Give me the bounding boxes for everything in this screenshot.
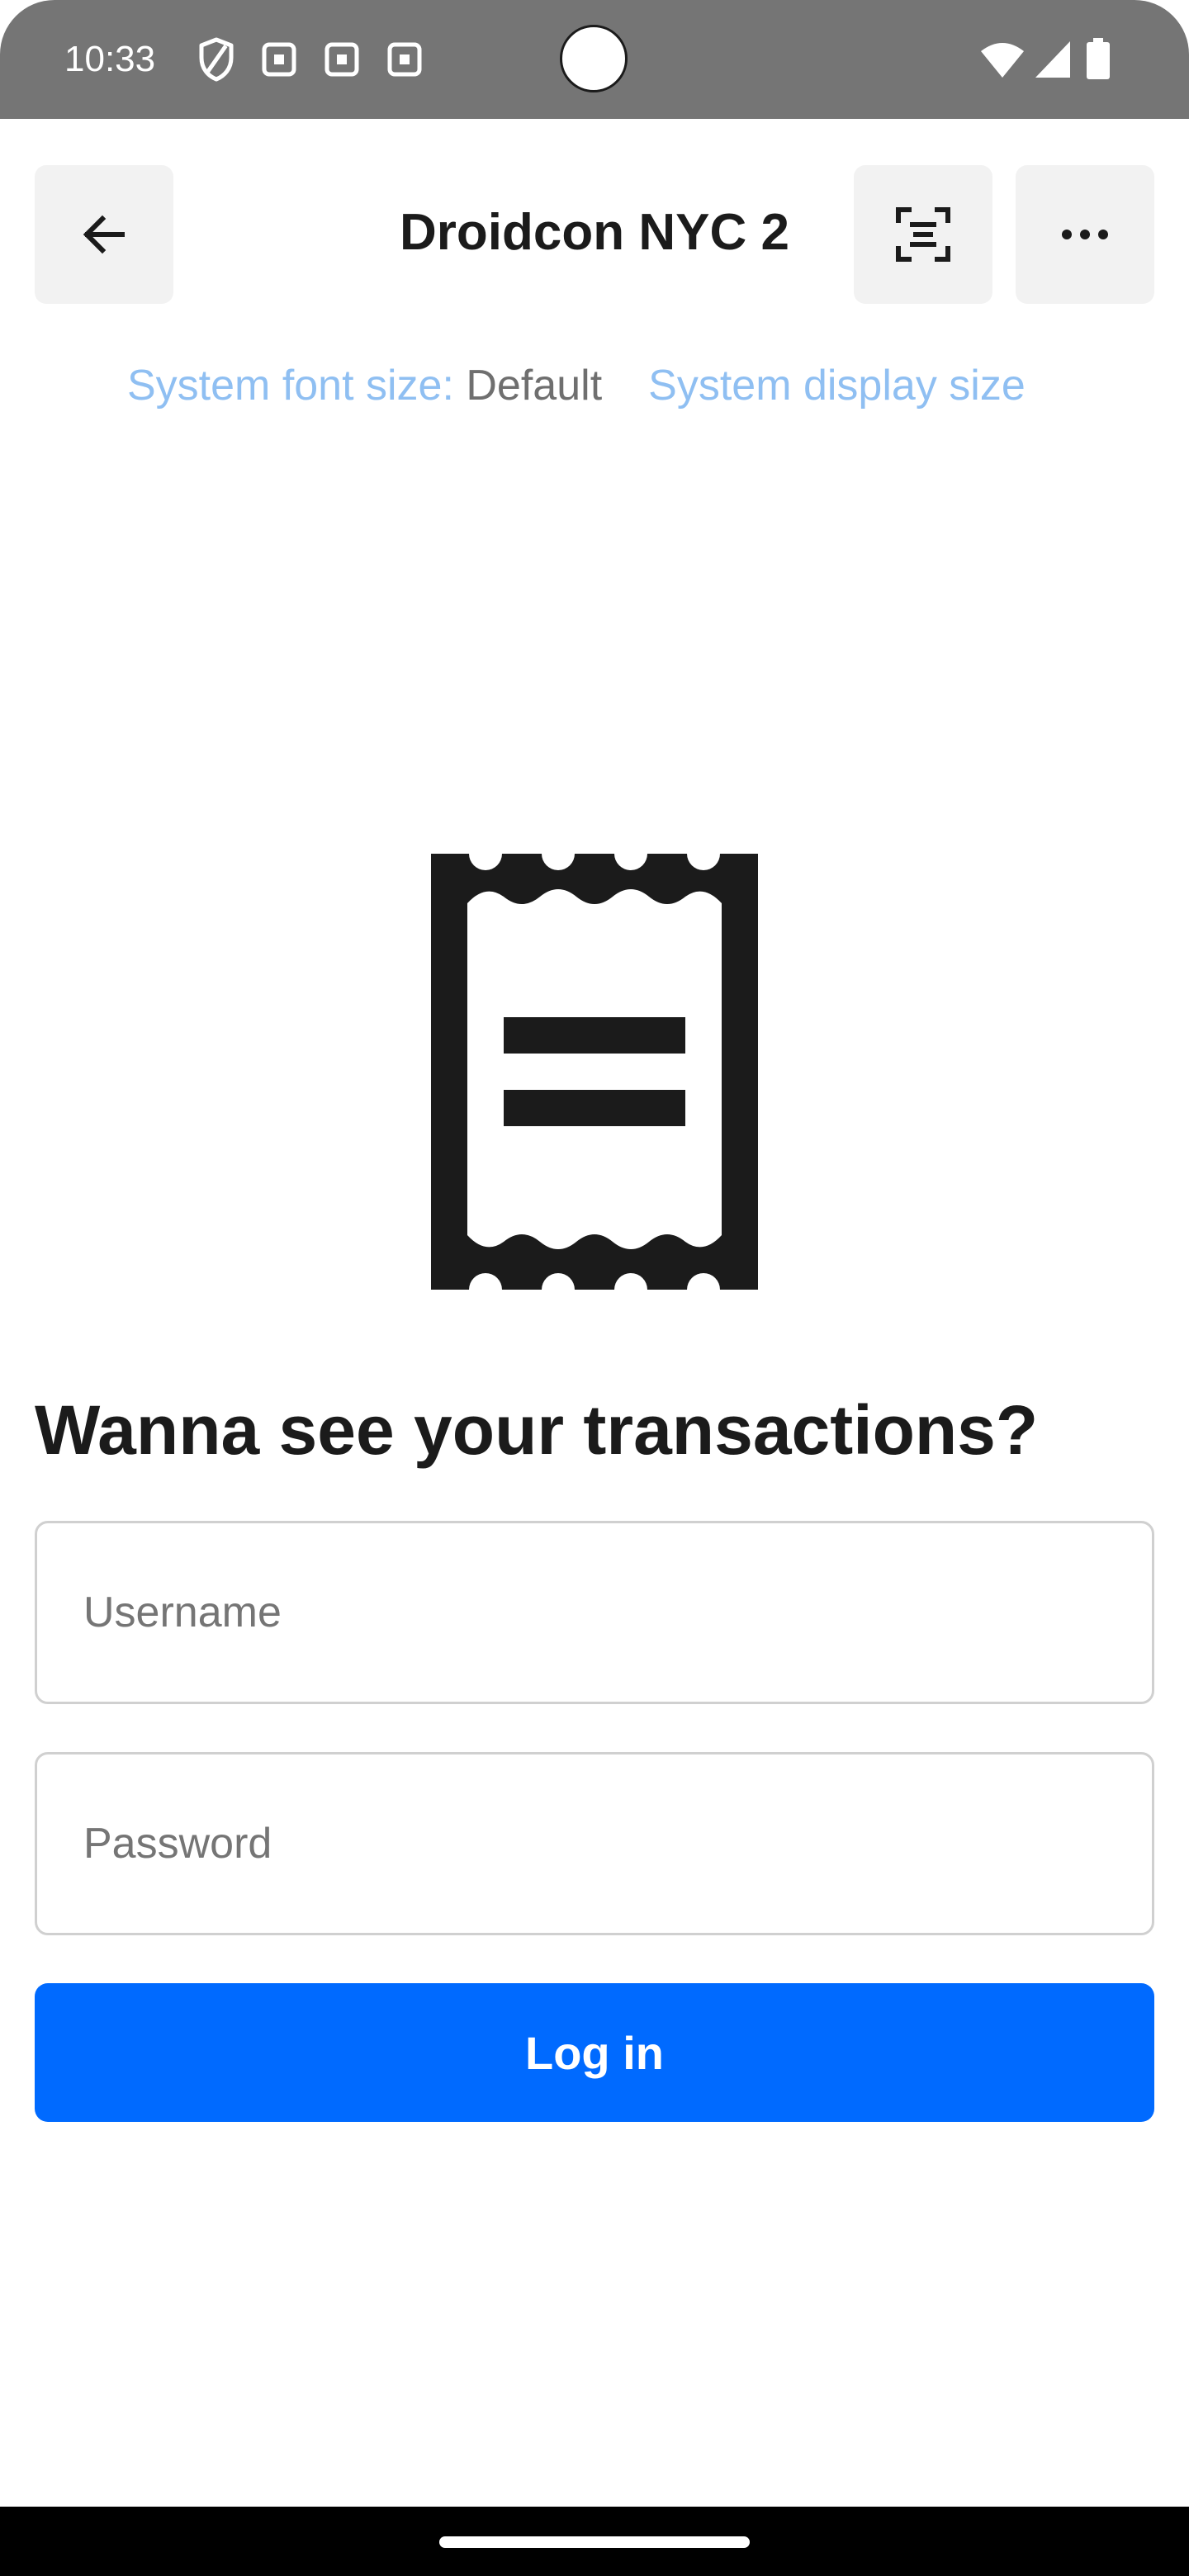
camera-cutout: [560, 25, 628, 92]
status-time: 10:33: [64, 39, 156, 79]
back-button[interactable]: [35, 165, 173, 304]
notification-square-icon: [387, 42, 422, 77]
notification-square-icon: [262, 42, 296, 77]
font-size-label: System font size:: [127, 362, 467, 410]
notification-square-icon: [324, 42, 359, 77]
home-gesture-handle[interactable]: [439, 2536, 750, 2548]
page-title: Droidcon NYC 2: [400, 204, 789, 261]
top-app-bar: Droidcon NYC 2: [0, 119, 1189, 317]
login-button[interactable]: Log in: [35, 1983, 1154, 2122]
status-bar: 10:33: [0, 0, 1189, 119]
password-field[interactable]: [35, 1752, 1154, 1935]
password-input[interactable]: [37, 1754, 1152, 1933]
display-size-label: System display size: [648, 362, 1026, 410]
system-config-info: System font size: Default System display …: [127, 357, 1085, 414]
arrow-back-icon: [83, 215, 125, 254]
shield-icon: [199, 37, 234, 82]
font-size-value: Default: [466, 362, 603, 410]
more-options-button[interactable]: [1016, 165, 1154, 304]
login-heading: Wanna see your transactions?: [35, 1391, 1039, 1469]
app-screen: 10:33 Droidcon NYC 2 System font size: D…: [0, 0, 1189, 2576]
username-input[interactable]: [37, 1523, 1152, 1702]
receipt-icon: [431, 854, 758, 1290]
more-horizontal-icon: [1062, 230, 1108, 239]
document-scan-icon: [896, 207, 950, 262]
cellular-signal-icon: [1035, 41, 1070, 78]
battery-icon: [1087, 38, 1110, 79]
username-field[interactable]: [35, 1521, 1154, 1704]
navigation-bar: [0, 2507, 1189, 2576]
scan-button[interactable]: [854, 165, 992, 304]
wifi-icon: [981, 43, 1024, 78]
